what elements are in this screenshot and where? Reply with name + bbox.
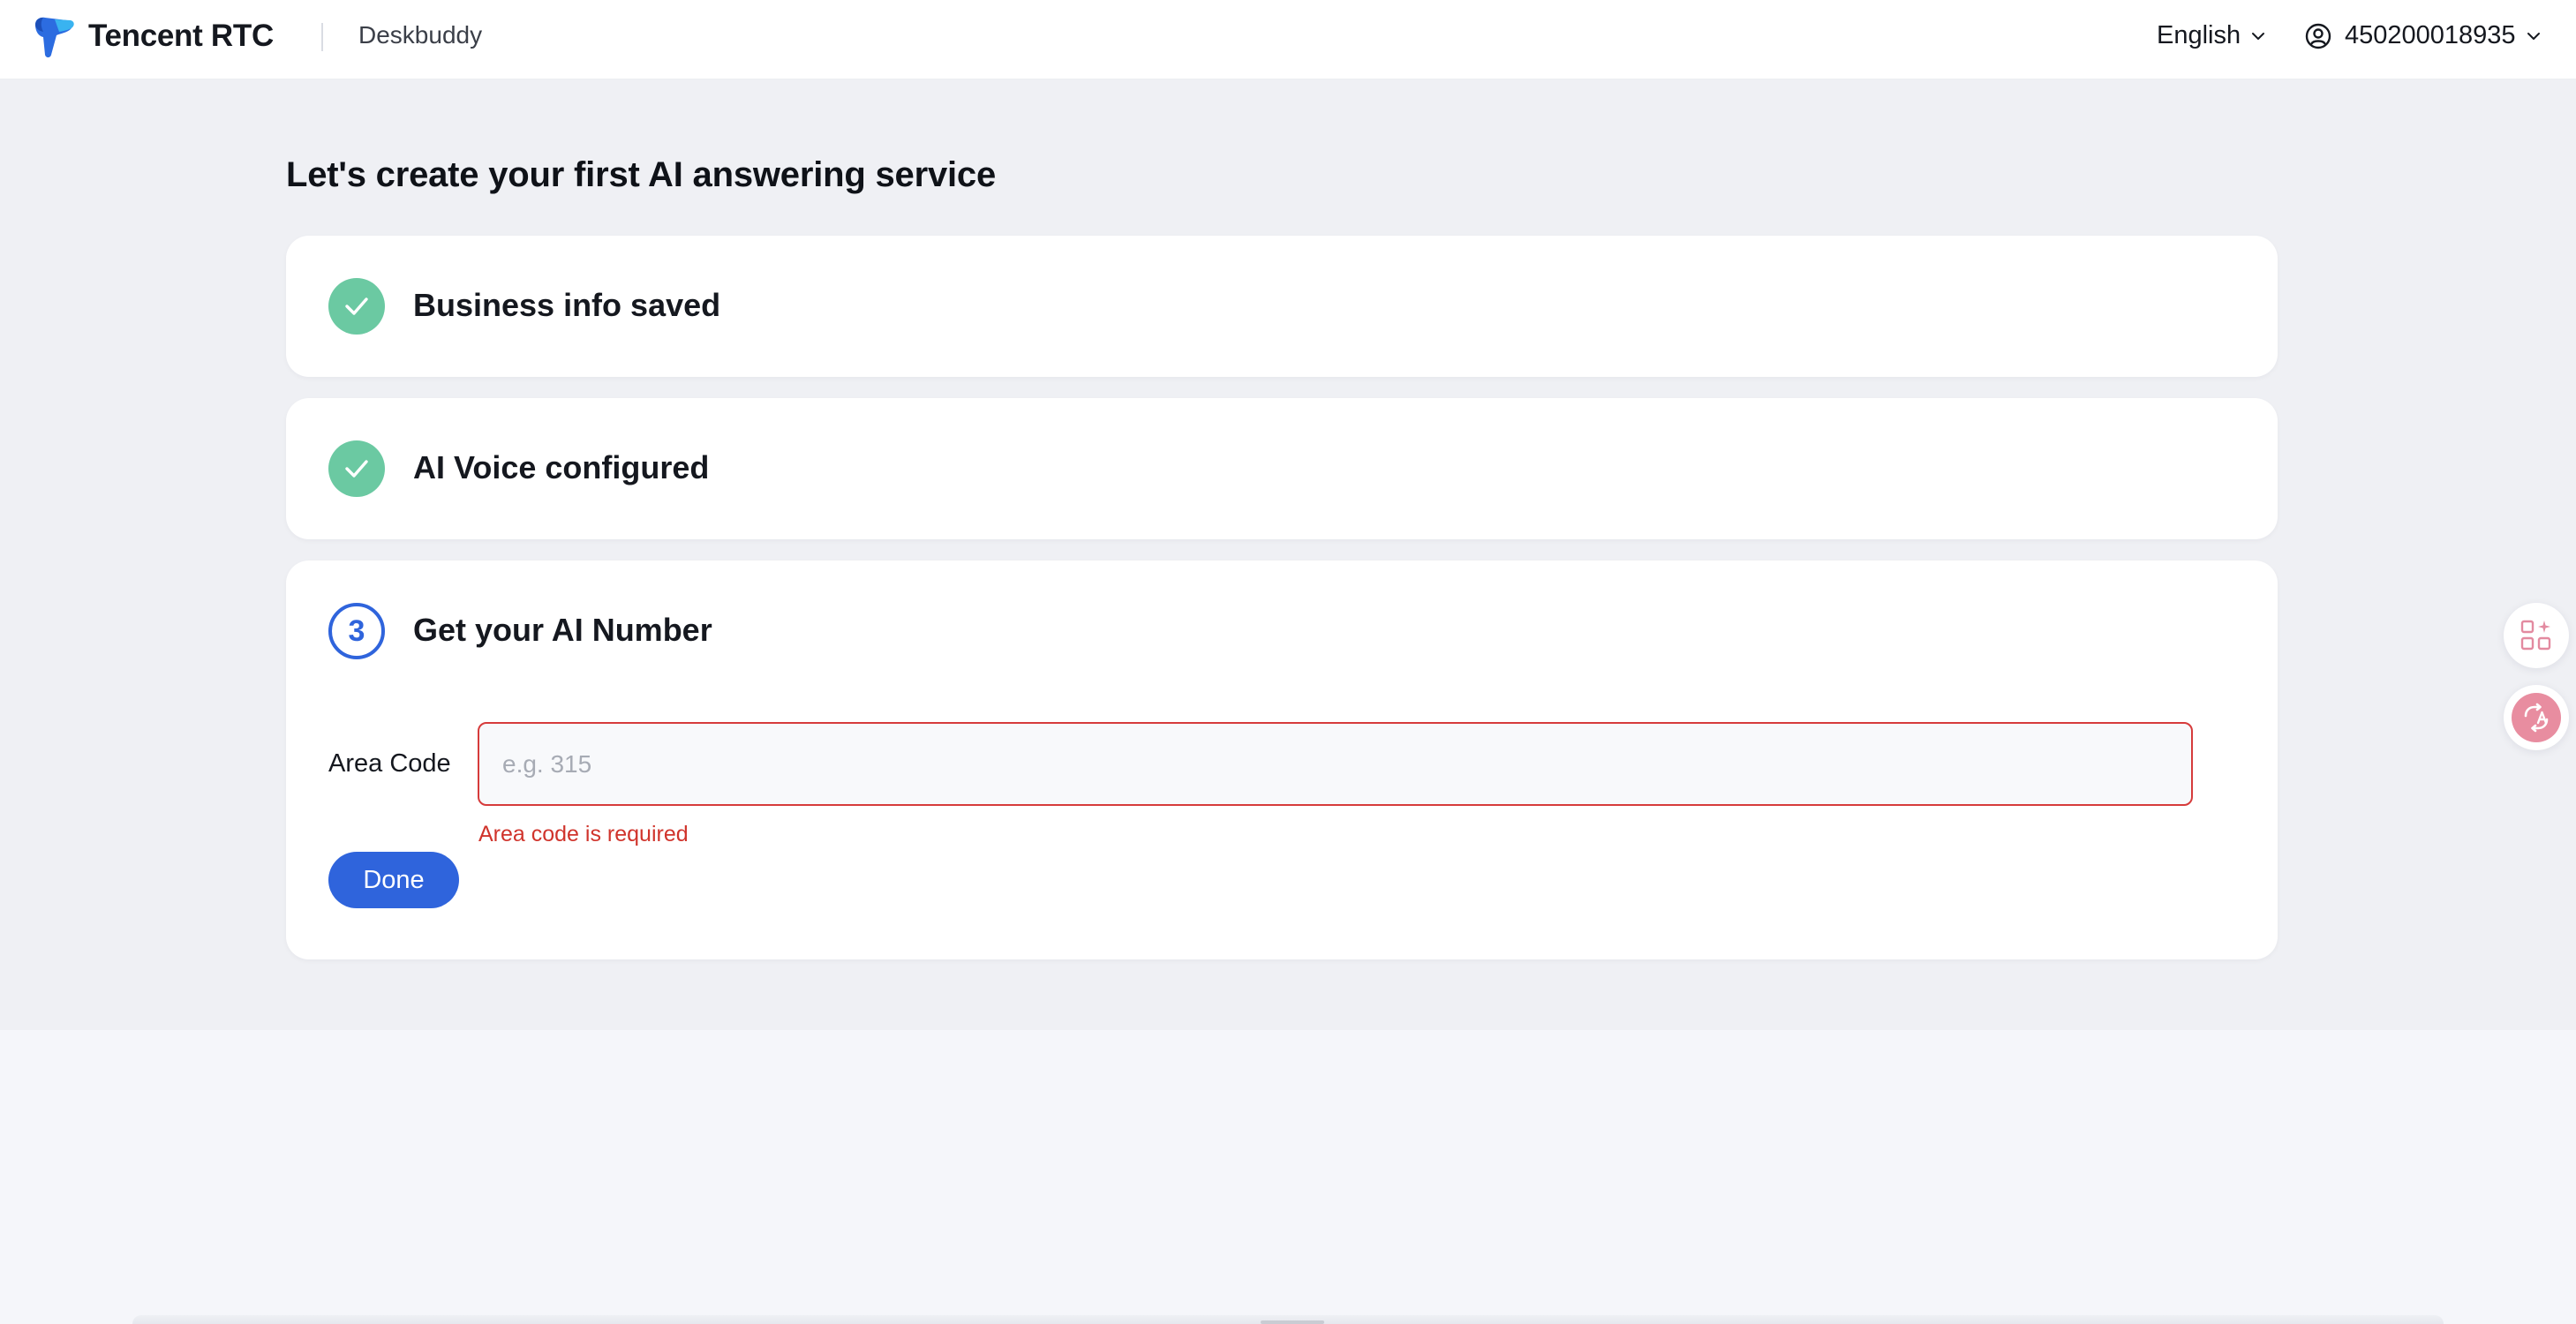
apps-float-button[interactable] [2504, 603, 2569, 668]
account-menu[interactable]: 450200018935 [2304, 21, 2542, 50]
brand-name: Tencent RTC [88, 19, 274, 53]
apps-grid-icon [2520, 620, 2551, 651]
tencent-rtc-logo-icon [35, 17, 74, 57]
step-complete-check [328, 278, 385, 335]
drawer-handle[interactable] [1261, 1320, 1324, 1324]
area-code-input[interactable] [478, 722, 2193, 806]
brand[interactable]: Tencent RTC [32, 12, 274, 60]
chevron-down-icon [2252, 32, 2265, 40]
step-card-business-info[interactable]: Business info saved [286, 236, 2278, 377]
top-header: Tencent RTC Deskbuddy English 4502000189… [0, 0, 2576, 79]
check-icon [345, 460, 368, 478]
step-card-ai-voice[interactable]: AI Voice configured [286, 398, 2278, 539]
header-divider [321, 23, 323, 51]
product-name: Deskbuddy [358, 21, 483, 49]
done-button[interactable]: Done [328, 852, 459, 908]
translate-float-button[interactable] [2504, 685, 2569, 750]
account-id: 450200018935 [2345, 21, 2516, 49]
area-code-error: Area code is required [478, 822, 689, 846]
chevron-down-icon [2527, 32, 2540, 40]
language-selector[interactable]: English [2157, 21, 2267, 50]
step-complete-check [328, 440, 385, 497]
translate-badge [2512, 693, 2561, 742]
step-title: Business info saved [413, 287, 721, 323]
step-title: AI Voice configured [413, 449, 710, 485]
main-content: Let's create your first AI answering ser… [0, 79, 2576, 1030]
translate-icon [2524, 703, 2549, 733]
page-title: Let's create your first AI answering ser… [286, 155, 997, 194]
step-card-ai-number: 3 Get your AI Number Area Code Area code… [286, 560, 2278, 959]
step-title: Get your AI Number [413, 612, 712, 648]
area-code-label: Area Code [328, 749, 451, 778]
step-number-badge: 3 [328, 603, 385, 659]
user-circle-icon [2305, 23, 2331, 49]
check-icon [345, 297, 368, 315]
language-label: English [2157, 21, 2241, 49]
